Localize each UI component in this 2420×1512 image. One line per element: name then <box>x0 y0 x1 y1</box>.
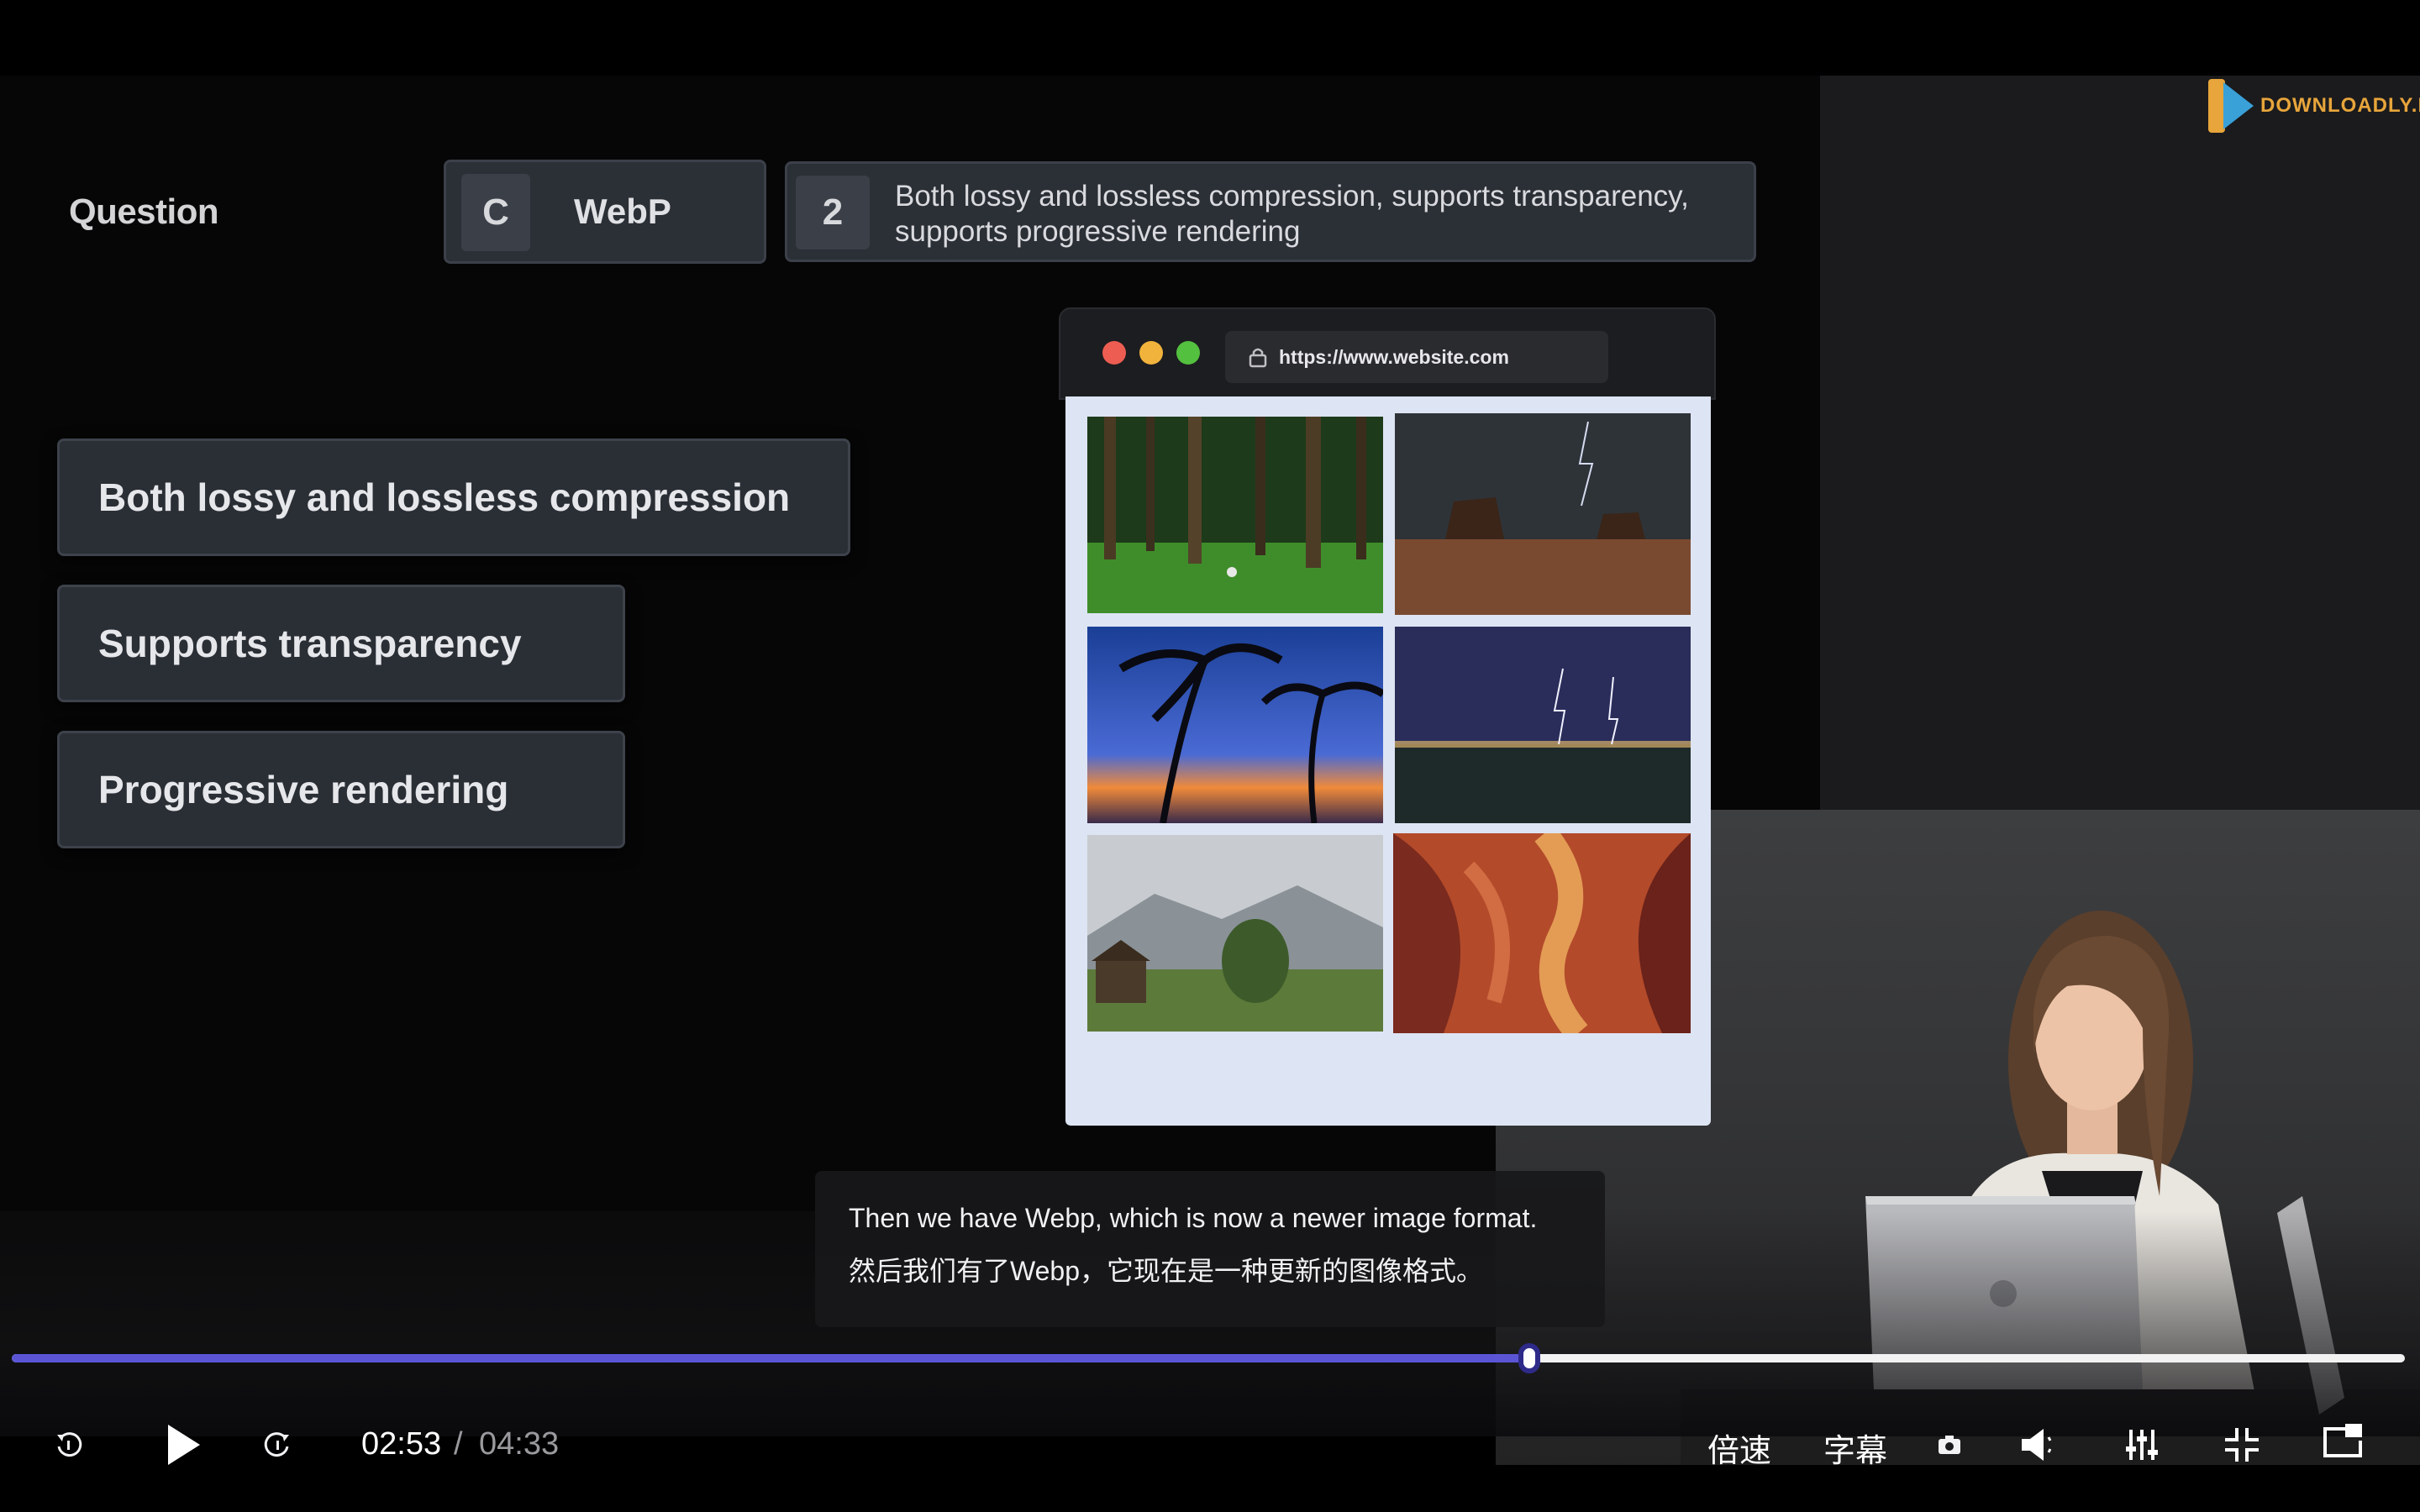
feature-card-progressive: Progressive rendering <box>57 731 625 848</box>
option-letter: C <box>461 174 530 251</box>
option-card: C WebP <box>444 160 766 264</box>
option-name: WebP <box>574 192 671 231</box>
browser-toolbar: https://www.website.com <box>1059 307 1716 400</box>
answer-number: 2 <box>796 176 870 249</box>
close-dot-icon <box>1102 341 1126 365</box>
play-icon[interactable] <box>160 1418 207 1472</box>
seek-bar[interactable] <box>12 1343 2405 1373</box>
watermark-logo: DOWNLOADLY.IR <box>2208 79 2420 133</box>
url-bar: https://www.website.com <box>1225 331 1608 383</box>
photo-palm-sunset <box>1087 627 1383 823</box>
volume-icon[interactable] <box>2017 1425 2062 1465</box>
equalizer-icon[interactable] <box>2123 1425 2161 1465</box>
subtitle-english: Then we have Webp, which is now a newer … <box>849 1203 1538 1233</box>
total-time: 04:33 <box>479 1426 560 1462</box>
feature-card-lossy-lossless: Both lossy and lossless compression <box>57 438 850 556</box>
maximize-dot-icon <box>1176 341 1200 365</box>
screenshot-icon[interactable] <box>1933 1430 1966 1460</box>
answer-text-line-2: supports progressive rendering <box>895 215 1301 248</box>
watermark-play-icon <box>2208 79 2254 133</box>
question-label: Question <box>69 192 219 231</box>
photo-forest <box>1087 417 1383 613</box>
photo-desert-lightning <box>1395 413 1691 615</box>
exit-fullscreen-icon[interactable] <box>2222 1425 2262 1465</box>
photo-red-canyon <box>1393 833 1691 1033</box>
watermark-text: DOWNLOADLY.IR <box>2260 94 2420 117</box>
seek-handle[interactable] <box>1518 1343 1540 1373</box>
browser-page <box>1065 396 1711 1126</box>
video-player[interactable]: Question C WebP 2 Both lossy and lossles… <box>0 0 2420 1512</box>
answer-text-line-1: Both lossy and lossless compression, sup… <box>895 180 1689 213</box>
feature-card-transparency: Supports transparency <box>57 585 625 702</box>
picture-in-picture-icon[interactable] <box>2321 1420 2365 1463</box>
time-separator: / <box>454 1426 463 1462</box>
answer-text: Both lossy and lossless compression, sup… <box>895 179 1744 249</box>
playback-speed-button[interactable]: 倍速 <box>1707 1425 1771 1471</box>
current-time: 02:53 <box>361 1426 442 1462</box>
subtitle-chinese: 然后我们有了Webp，它现在是一种更新的图像格式。 <box>849 1256 1484 1286</box>
answer-card: 2 Both lossy and lossless compression, s… <box>785 161 1756 262</box>
browser-mockup: https://www.website.com <box>1059 307 1716 1131</box>
rewind-icon[interactable] <box>52 1428 86 1462</box>
lock-icon <box>1249 348 1267 368</box>
url-text: https://www.website.com <box>1279 345 1509 368</box>
photo-alpine-village <box>1087 835 1383 1032</box>
minimize-dot-icon <box>1139 341 1163 365</box>
slide-side-panel <box>1820 76 2420 810</box>
seek-bar-played <box>12 1354 1529 1362</box>
subtitles-button[interactable]: 字幕 <box>1823 1425 1887 1471</box>
photo-lightning-city <box>1395 627 1691 823</box>
subtitle-box: Then we have Webp, which is now a newer … <box>815 1171 1605 1327</box>
forward-icon[interactable] <box>260 1428 294 1462</box>
